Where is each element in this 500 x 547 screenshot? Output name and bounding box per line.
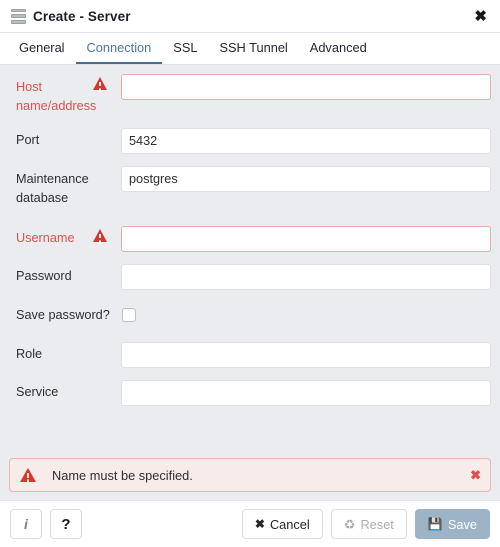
warning-triangle-icon <box>20 468 36 482</box>
info-button[interactable]: i <box>10 509 42 539</box>
port-input[interactable] <box>121 128 491 154</box>
save-button[interactable]: 💾 Save <box>414 509 490 539</box>
reset-button-label: Reset <box>360 516 394 532</box>
reset-button[interactable]: ♻ Reset <box>330 509 407 539</box>
tab-ssl[interactable]: SSL <box>162 33 208 64</box>
tab-connection[interactable]: Connection <box>75 33 163 64</box>
title-bar: Create - Server ✖ <box>0 0 500 33</box>
server-stack-icon <box>11 8 26 24</box>
field-row-maintenance-database: Maintenance database <box>9 166 491 208</box>
label-service: Service <box>16 385 59 399</box>
close-icon: ✖ <box>254 517 265 531</box>
connection-form: Host name/address Port Maintenance datab… <box>0 65 500 456</box>
field-row-role: Role <box>9 342 491 368</box>
save-button-label: Save <box>447 516 477 532</box>
save-password-checkbox[interactable] <box>122 308 136 322</box>
password-input[interactable] <box>121 264 491 290</box>
label-password: Password <box>16 269 72 283</box>
field-row-host-name-address: Host name/address <box>9 74 491 116</box>
field-row-port: Port <box>9 128 491 154</box>
alert-container: Name must be specified. ✖ <box>0 456 500 500</box>
label-port: Port <box>16 133 40 147</box>
alert-message: Name must be specified. <box>52 467 193 483</box>
page-title: Create - Server <box>33 8 131 24</box>
label-save-password: Save password? <box>16 308 110 322</box>
role-input[interactable] <box>121 342 491 368</box>
field-row-service: Service <box>9 380 491 406</box>
tab-general[interactable]: General <box>8 33 76 64</box>
label-host-name-address: Host name/address <box>9 74 121 116</box>
close-icon[interactable]: ✖ <box>471 7 490 26</box>
floppy-disk-icon: 💾 <box>427 517 443 531</box>
recycle-icon: ♻ <box>343 516 356 532</box>
dialog-footer: i ? ✖ Cancel ♻ Reset 💾 Save <box>0 500 500 547</box>
maintenance-database-input[interactable] <box>121 166 491 192</box>
label-role: Role <box>16 347 43 361</box>
status-badge: Name must be specified. ✖ <box>9 458 491 492</box>
help-button[interactable]: ? <box>50 509 82 539</box>
close-icon[interactable]: ✖ <box>470 469 481 482</box>
create-server-dialog: Create - Server ✖ General Connection SSL… <box>0 0 500 547</box>
warning-triangle-icon <box>93 229 107 242</box>
label-username: Username <box>9 226 121 247</box>
field-row-username: Username <box>9 226 491 252</box>
field-row-save-password: Save password? <box>9 302 491 325</box>
tab-advanced[interactable]: Advanced <box>299 33 378 64</box>
host-name-address-input[interactable] <box>121 74 491 100</box>
label-maintenance-database: Maintenance database <box>16 172 89 205</box>
tab-ssh-tunnel[interactable]: SSH Tunnel <box>208 33 298 64</box>
warning-triangle-icon <box>93 77 107 90</box>
field-row-password: Password <box>9 264 491 290</box>
cancel-button[interactable]: ✖ Cancel <box>241 509 323 539</box>
cancel-button-label: Cancel <box>269 516 310 532</box>
service-input[interactable] <box>121 380 491 406</box>
tab-bar: General Connection SSL SSH Tunnel Advanc… <box>0 33 500 65</box>
username-input[interactable] <box>121 226 491 252</box>
